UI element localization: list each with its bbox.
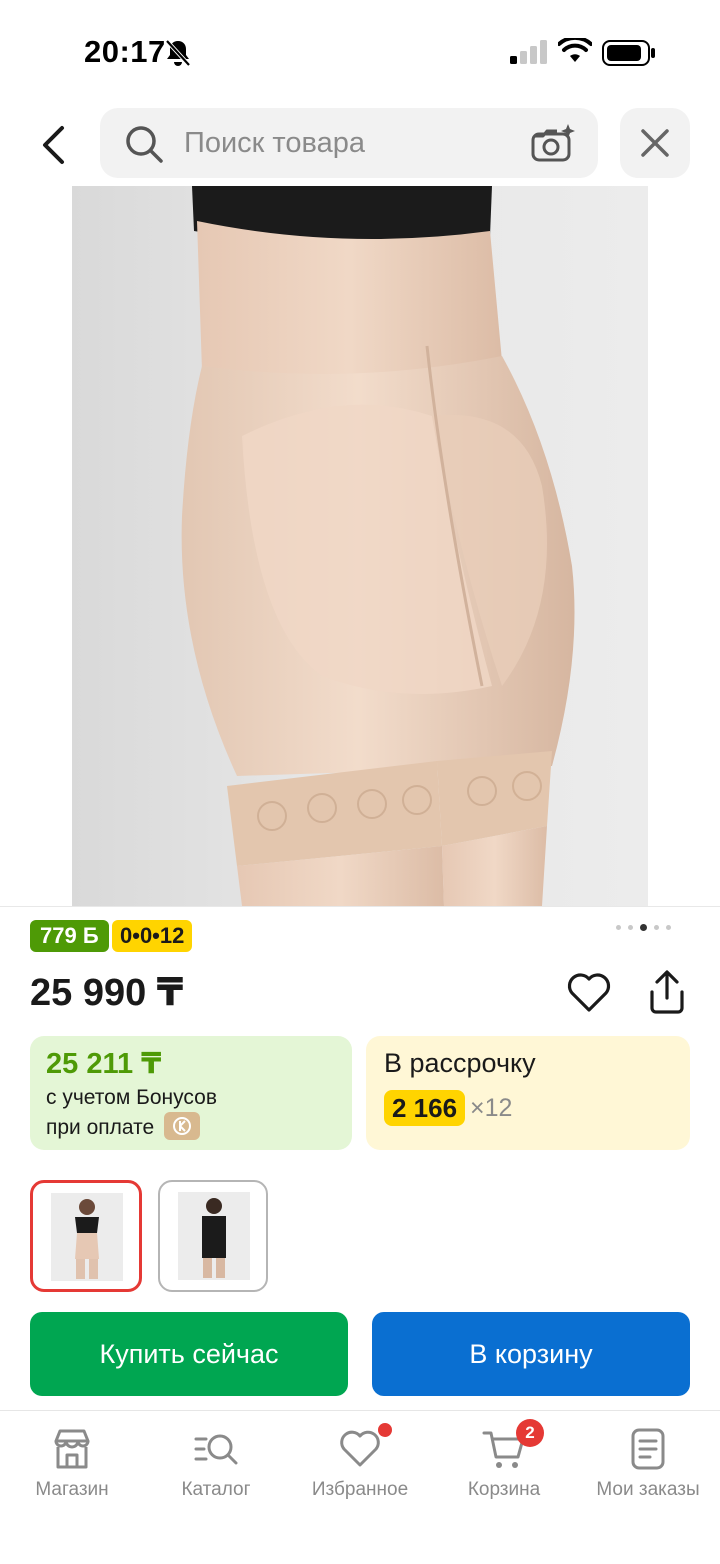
battery-icon xyxy=(602,40,655,66)
variant-thumbnail-image xyxy=(178,1192,250,1280)
catalog-search-icon xyxy=(194,1434,238,1465)
divider xyxy=(0,906,720,907)
chevron-left-icon xyxy=(43,126,64,164)
search-placeholder: Поиск товара xyxy=(184,127,365,159)
nav-label: Каталог xyxy=(181,1479,251,1500)
pager-dot-active xyxy=(640,924,647,931)
nav-item-orders[interactable]: Мои заказы xyxy=(576,1411,720,1521)
cart-count-badge: 2 xyxy=(516,1419,544,1447)
bonus-price: 25 211 ₸ xyxy=(46,1048,162,1080)
nav-item-store[interactable]: Магазин xyxy=(0,1411,144,1521)
nav-label: Мои заказы xyxy=(596,1479,700,1500)
bonus-points-badge: 779 Б xyxy=(30,920,109,952)
image-pager xyxy=(616,924,671,931)
pager-dot xyxy=(666,925,671,930)
bonus-note-payment: при оплате xyxy=(46,1116,155,1139)
bell-off-icon xyxy=(165,39,191,67)
store-icon xyxy=(54,1429,90,1469)
nav-item-catalog[interactable]: Каталог xyxy=(144,1411,288,1521)
search-input[interactable]: Поиск товара xyxy=(100,108,598,178)
camera-search-icon[interactable] xyxy=(530,122,576,164)
nav-label: Магазин xyxy=(35,1479,109,1500)
installment-amount: 2 166 xyxy=(384,1090,466,1126)
installment-badge: 0•0•12 xyxy=(112,920,193,952)
close-button[interactable] xyxy=(620,108,690,178)
signal-icon xyxy=(510,40,547,64)
pager-dot xyxy=(628,925,633,930)
share-button[interactable] xyxy=(644,968,690,1016)
wifi-icon xyxy=(558,38,592,62)
nav-label: Корзина xyxy=(467,1479,541,1500)
search-icon xyxy=(126,126,163,163)
bottom-navigation: Магазин Каталог Избранное 2 Корзина Мои … xyxy=(0,1410,720,1564)
close-icon xyxy=(641,129,669,157)
heart-icon xyxy=(567,973,611,1012)
nav-item-favorites[interactable]: Избранное xyxy=(288,1411,432,1521)
bonus-price-card[interactable]: 25 211 ₸ с учетом Бонусов при оплате xyxy=(30,1036,352,1150)
installment-card[interactable]: В рассрочку 2 166 ×12 xyxy=(366,1036,690,1150)
installment-title: В рассрочку xyxy=(384,1048,536,1078)
variant-thumbnail-beige[interactable] xyxy=(30,1180,142,1292)
back-button[interactable] xyxy=(30,122,76,168)
pager-dot xyxy=(654,925,659,930)
nav-label: Избранное xyxy=(311,1479,409,1500)
variant-thumbnail-image xyxy=(51,1193,123,1281)
orders-icon xyxy=(631,1428,665,1470)
share-icon xyxy=(650,970,684,1014)
pager-dot xyxy=(616,925,621,930)
nav-item-cart[interactable]: 2 Корзина xyxy=(432,1411,576,1521)
status-bar: 20:17 xyxy=(0,0,720,100)
bonus-note: с учетом Бонусов xyxy=(46,1086,217,1109)
add-to-cart-button[interactable]: В корзину xyxy=(372,1312,690,1396)
variant-thumbnail-black[interactable] xyxy=(158,1180,268,1292)
installment-months: ×12 xyxy=(470,1094,513,1122)
status-time: 20:17 xyxy=(84,34,166,69)
notification-dot xyxy=(378,1423,392,1437)
bonus-coin-icon xyxy=(164,1112,200,1140)
favorite-button[interactable] xyxy=(566,970,612,1016)
product-photo-illustration xyxy=(181,186,575,906)
search-header: Поиск товара xyxy=(0,108,720,180)
buy-now-button[interactable]: Купить сейчас xyxy=(30,1312,348,1396)
product-price: 25 990 ₸ xyxy=(30,972,184,1014)
heart-icon xyxy=(340,1430,380,1467)
product-image[interactable] xyxy=(72,186,648,906)
